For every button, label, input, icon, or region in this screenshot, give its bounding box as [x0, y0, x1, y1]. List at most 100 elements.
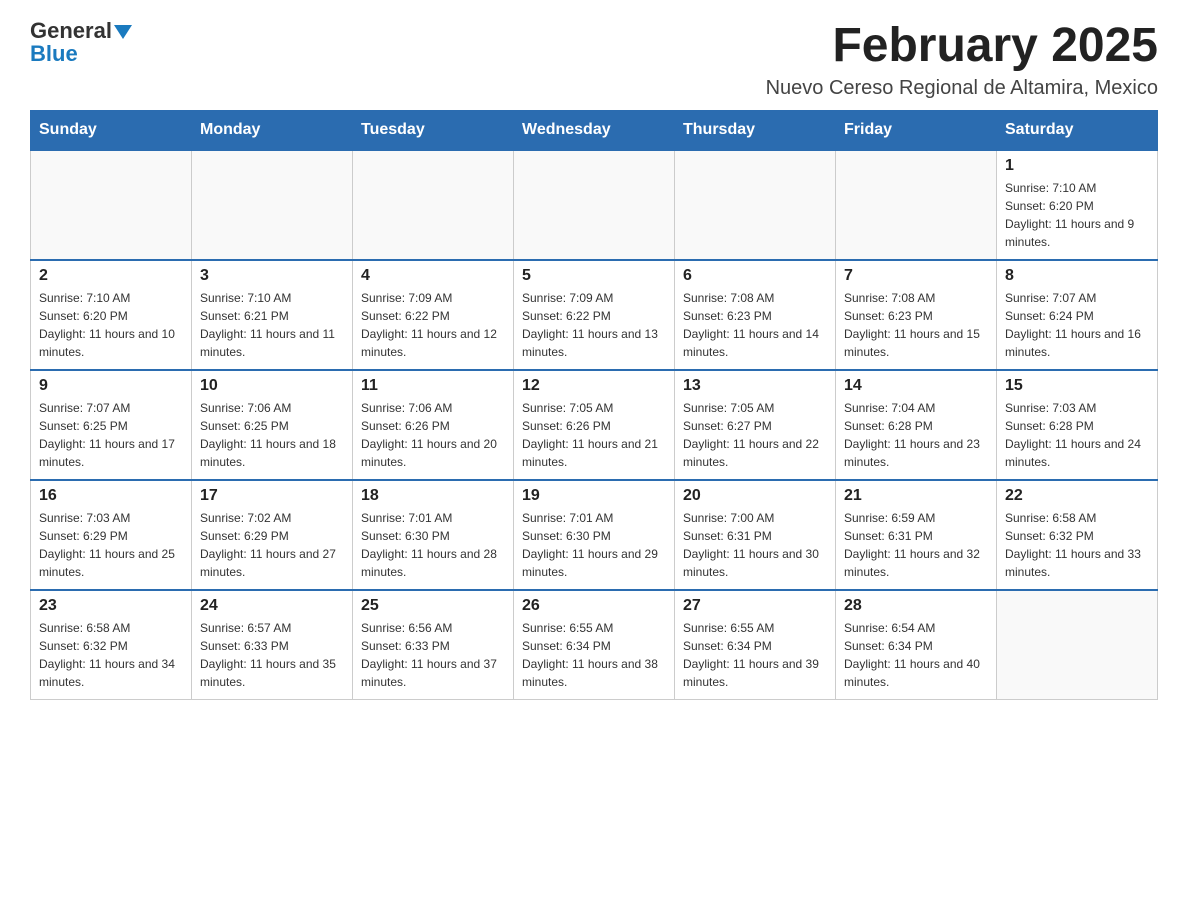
day-number: 22 — [1005, 487, 1149, 505]
day-number: 16 — [39, 487, 183, 505]
day-info: Sunrise: 7:08 AMSunset: 6:23 PMDaylight:… — [683, 289, 827, 361]
day-number: 13 — [683, 377, 827, 395]
calendar-cell: 4Sunrise: 7:09 AMSunset: 6:22 PMDaylight… — [353, 260, 514, 370]
day-number: 14 — [844, 377, 988, 395]
calendar-cell — [836, 150, 997, 260]
page-header: General Blue February 2025 Nuevo Cereso … — [30, 20, 1158, 100]
calendar-cell: 2 Sunrise: 7:10 AMSunset: 6:20 PMDaylight… — [31, 260, 192, 370]
day-number: 23 — [39, 597, 183, 615]
logo-blue-text: Blue — [30, 41, 78, 66]
day-number: 10 — [200, 377, 344, 395]
calendar-cell: 24 Sunrise: 6:57 AMSunset: 6:33 PMDayligh… — [192, 590, 353, 700]
day-number: 27 — [683, 597, 827, 615]
day-number: 1 — [1005, 157, 1149, 175]
day-number: 18 — [361, 487, 505, 505]
day-number: 17 — [200, 487, 344, 505]
calendar-cell: 9 Sunrise: 7:07 AMSunset: 6:25 PMDaylight… — [31, 370, 192, 480]
logo-general-text: General — [30, 18, 112, 43]
day-number: 25 — [361, 597, 505, 615]
day-info: Sunrise: 7:10 AMSunset: 6:21 PMDaylight:… — [200, 289, 344, 361]
calendar-cell — [675, 150, 836, 260]
calendar-cell: 22 Sunrise: 6:58 AMSunset: 6:32 PMDayligh… — [997, 480, 1158, 590]
day-info: Sunrise: 7:03 AMSunset: 6:29 PMDaylight:… — [39, 509, 183, 581]
calendar-cell: 3 Sunrise: 7:10 AMSunset: 6:21 PMDaylight… — [192, 260, 353, 370]
day-number: 7 — [844, 267, 988, 285]
calendar-cell: 6 Sunrise: 7:08 AMSunset: 6:23 PMDaylight… — [675, 260, 836, 370]
day-number: 21 — [844, 487, 988, 505]
week-row-4: 16 Sunrise: 7:03 AMSunset: 6:29 PMDayligh… — [31, 480, 1158, 590]
day-number: 24 — [200, 597, 344, 615]
calendar-cell: 16 Sunrise: 7:03 AMSunset: 6:29 PMDayligh… — [31, 480, 192, 590]
weekday-header-sunday: Sunday — [31, 110, 192, 150]
calendar-cell: 18 Sunrise: 7:01 AMSunset: 6:30 PMDayligh… — [353, 480, 514, 590]
day-info: Sunrise: 6:58 AMSunset: 6:32 PMDaylight:… — [1005, 509, 1149, 581]
calendar-cell: 10 Sunrise: 7:06 AMSunset: 6:25 PMDayligh… — [192, 370, 353, 480]
day-info: Sunrise: 7:09 AMSunset: 6:22 PMDaylight:… — [361, 289, 505, 361]
logo-triangle-icon — [114, 25, 132, 39]
day-info: Sunrise: 6:55 AMSunset: 6:34 PMDaylight:… — [522, 619, 666, 691]
calendar-cell — [514, 150, 675, 260]
weekday-header-saturday: Saturday — [997, 110, 1158, 150]
day-info: Sunrise: 6:56 AMSunset: 6:33 PMDaylight:… — [361, 619, 505, 691]
day-info: Sunrise: 7:06 AMSunset: 6:25 PMDaylight:… — [200, 399, 344, 471]
day-info: Sunrise: 7:04 AMSunset: 6:28 PMDaylight:… — [844, 399, 988, 471]
day-info: Sunrise: 7:06 AMSunset: 6:26 PMDaylight:… — [361, 399, 505, 471]
weekday-header-friday: Friday — [836, 110, 997, 150]
day-number: 3 — [200, 267, 344, 285]
calendar-cell: 17 Sunrise: 7:02 AMSunset: 6:29 PMDayligh… — [192, 480, 353, 590]
day-info: Sunrise: 7:09 AMSunset: 6:22 PMDaylight:… — [522, 289, 666, 361]
day-info: Sunrise: 7:10 AMSunset: 6:20 PMDaylight:… — [1005, 179, 1149, 251]
weekday-header-wednesday: Wednesday — [514, 110, 675, 150]
calendar-cell: 23 Sunrise: 6:58 AMSunset: 6:32 PMDayligh… — [31, 590, 192, 700]
calendar-cell — [192, 150, 353, 260]
day-number: 2 — [39, 267, 183, 285]
week-row-2: 2 Sunrise: 7:10 AMSunset: 6:20 PMDaylight… — [31, 260, 1158, 370]
day-number: 5 — [522, 267, 666, 285]
calendar-cell: 26 Sunrise: 6:55 AMSunset: 6:34 PMDayligh… — [514, 590, 675, 700]
day-number: 11 — [361, 377, 505, 395]
day-info: Sunrise: 6:55 AMSunset: 6:34 PMDaylight:… — [683, 619, 827, 691]
calendar-cell — [31, 150, 192, 260]
calendar-cell: 13 Sunrise: 7:05 AMSunset: 6:27 PMDayligh… — [675, 370, 836, 480]
day-info: Sunrise: 6:54 AMSunset: 6:34 PMDaylight:… — [844, 619, 988, 691]
day-number: 9 — [39, 377, 183, 395]
day-info: Sunrise: 7:01 AMSunset: 6:30 PMDaylight:… — [361, 509, 505, 581]
calendar-cell: 5 Sunrise: 7:09 AMSunset: 6:22 PMDaylight… — [514, 260, 675, 370]
day-info: Sunrise: 7:03 AMSunset: 6:28 PMDaylight:… — [1005, 399, 1149, 471]
calendar-cell: 28 Sunrise: 6:54 AMSunset: 6:34 PMDayligh… — [836, 590, 997, 700]
day-info: Sunrise: 6:59 AMSunset: 6:31 PMDaylight:… — [844, 509, 988, 581]
week-row-5: 23 Sunrise: 6:58 AMSunset: 6:32 PMDayligh… — [31, 590, 1158, 700]
calendar-cell: 25 Sunrise: 6:56 AMSunset: 6:33 PMDayligh… — [353, 590, 514, 700]
calendar-cell: 20Sunrise: 7:00 AMSunset: 6:31 PMDayligh… — [675, 480, 836, 590]
weekday-header-row: SundayMondayTuesdayWednesdayThursdayFrid… — [31, 110, 1158, 150]
calendar-cell: 19Sunrise: 7:01 AMSunset: 6:30 PMDayligh… — [514, 480, 675, 590]
calendar-cell: 14 Sunrise: 7:04 AMSunset: 6:28 PMDayligh… — [836, 370, 997, 480]
day-number: 12 — [522, 377, 666, 395]
calendar-cell: 12Sunrise: 7:05 AMSunset: 6:26 PMDayligh… — [514, 370, 675, 480]
day-info: Sunrise: 7:07 AMSunset: 6:25 PMDaylight:… — [39, 399, 183, 471]
calendar-cell: 21 Sunrise: 6:59 AMSunset: 6:31 PMDayligh… — [836, 480, 997, 590]
logo-top-line: General — [30, 20, 132, 43]
day-info: Sunrise: 7:05 AMSunset: 6:27 PMDaylight:… — [683, 399, 827, 471]
location-title: Nuevo Cereso Regional de Altamira, Mexic… — [766, 77, 1158, 100]
weekday-header-tuesday: Tuesday — [353, 110, 514, 150]
calendar-cell: 15 Sunrise: 7:03 AMSunset: 6:28 PMDayligh… — [997, 370, 1158, 480]
day-info: Sunrise: 7:08 AMSunset: 6:23 PMDaylight:… — [844, 289, 988, 361]
title-block: February 2025 Nuevo Cereso Regional de A… — [766, 20, 1158, 100]
day-info: Sunrise: 7:10 AMSunset: 6:20 PMDaylight:… — [39, 289, 183, 361]
day-info: Sunrise: 6:57 AMSunset: 6:33 PMDaylight:… — [200, 619, 344, 691]
calendar-cell: 8Sunrise: 7:07 AMSunset: 6:24 PMDaylight… — [997, 260, 1158, 370]
week-row-3: 9 Sunrise: 7:07 AMSunset: 6:25 PMDaylight… — [31, 370, 1158, 480]
day-number: 6 — [683, 267, 827, 285]
day-number: 26 — [522, 597, 666, 615]
calendar-cell: 11 Sunrise: 7:06 AMSunset: 6:26 PMDayligh… — [353, 370, 514, 480]
day-info: Sunrise: 6:58 AMSunset: 6:32 PMDaylight:… — [39, 619, 183, 691]
day-number: 28 — [844, 597, 988, 615]
week-row-1: 1 Sunrise: 7:10 AMSunset: 6:20 PMDaylight… — [31, 150, 1158, 260]
day-number: 15 — [1005, 377, 1149, 395]
calendar-cell: 27 Sunrise: 6:55 AMSunset: 6:34 PMDayligh… — [675, 590, 836, 700]
calendar-cell: 7 Sunrise: 7:08 AMSunset: 6:23 PMDaylight… — [836, 260, 997, 370]
weekday-header-monday: Monday — [192, 110, 353, 150]
day-info: Sunrise: 7:02 AMSunset: 6:29 PMDaylight:… — [200, 509, 344, 581]
day-info: Sunrise: 7:00 AMSunset: 6:31 PMDaylight:… — [683, 509, 827, 581]
